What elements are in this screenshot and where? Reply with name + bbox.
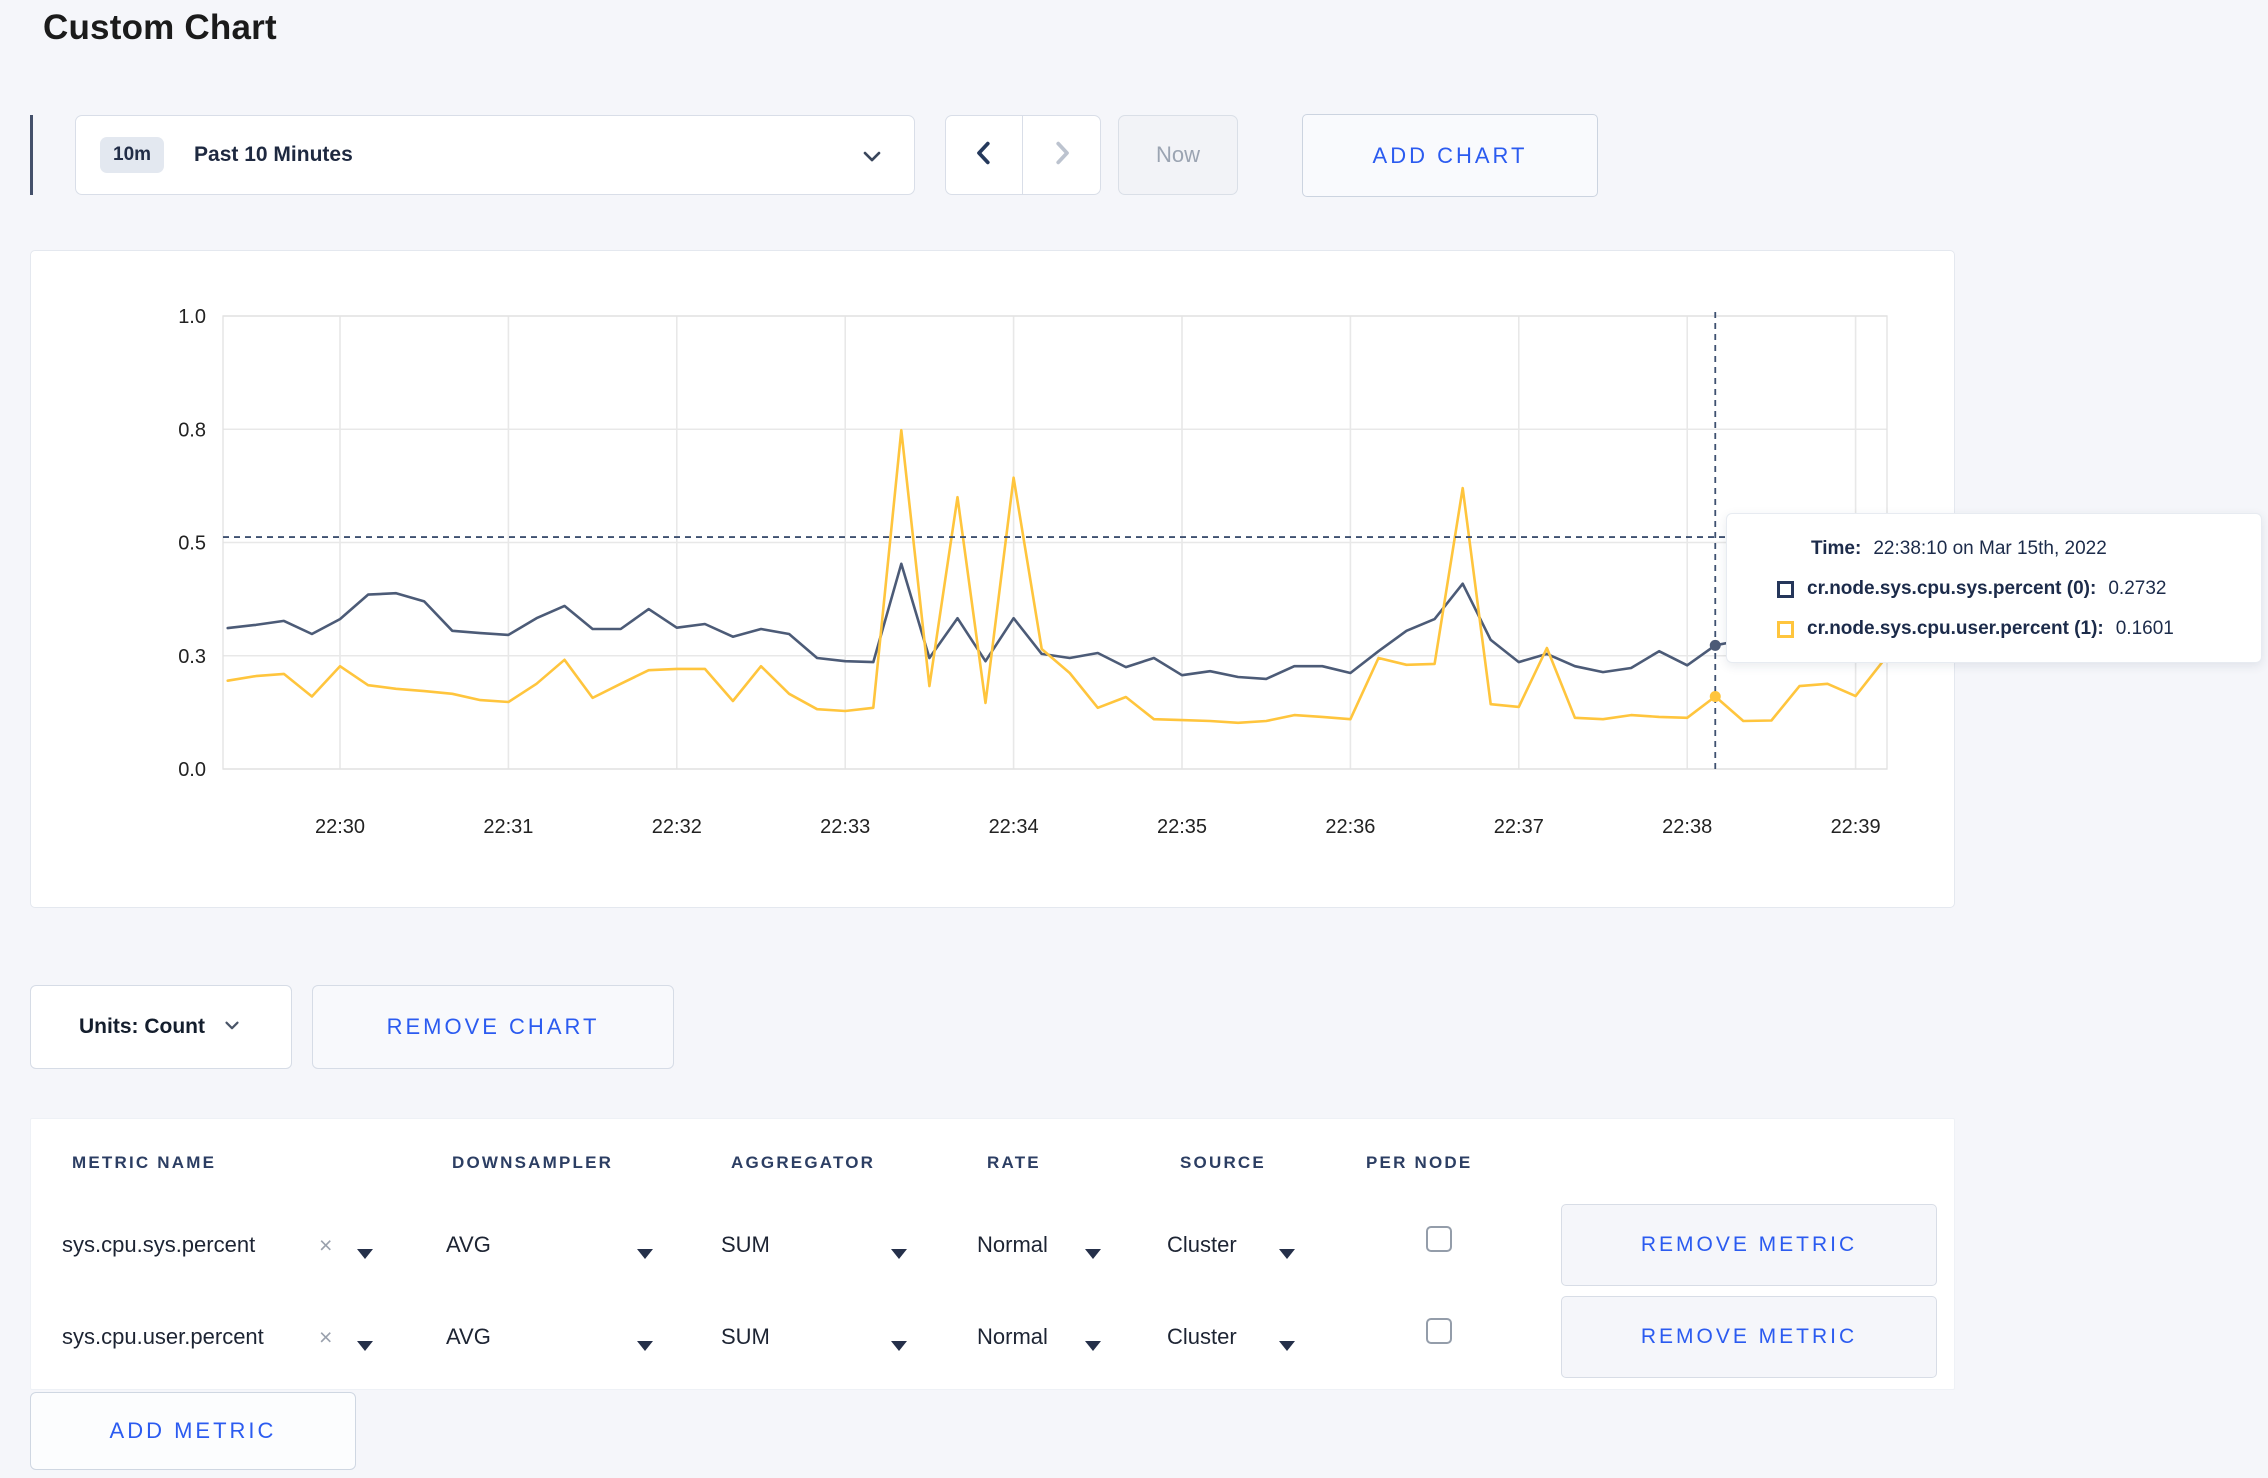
chart-card: 0.0 0.3 0.5 0.8 1.0 22:30 22:31 22:32 22:33 22:34… bbox=[30, 250, 1955, 908]
clear-metric-icon[interactable]: × bbox=[319, 1324, 332, 1351]
svg-text:22:32: 22:32 bbox=[652, 816, 702, 838]
now-button[interactable]: Now bbox=[1118, 115, 1238, 195]
col-header-per-node: PER NODE bbox=[1366, 1153, 1473, 1172]
svg-text:22:39: 22:39 bbox=[1831, 816, 1881, 838]
svg-text:0.3: 0.3 bbox=[178, 646, 206, 668]
col-header-downsampler: DOWNSAMPLER bbox=[452, 1153, 614, 1172]
svg-text:22:38: 22:38 bbox=[1662, 816, 1712, 838]
rate-caret-icon[interactable] bbox=[1085, 1239, 1101, 1265]
rate-caret-icon[interactable] bbox=[1085, 1331, 1101, 1357]
col-header-aggregator: AGGREGATOR bbox=[731, 1153, 876, 1172]
svg-text:0.5: 0.5 bbox=[178, 533, 206, 555]
col-header-metric-name: METRIC NAME bbox=[72, 1153, 217, 1172]
chevron-left-icon bbox=[969, 138, 999, 173]
units-select[interactable]: Units: Count bbox=[30, 985, 292, 1069]
page-title: Custom Chart bbox=[43, 8, 277, 47]
aggregator-select[interactable]: SUM bbox=[721, 1232, 770, 1258]
svg-text:22:31: 22:31 bbox=[483, 816, 533, 838]
units-label: Units: Count bbox=[79, 1015, 205, 1038]
downsampler-select[interactable]: AVG bbox=[446, 1324, 491, 1350]
chevron-right-icon bbox=[1047, 138, 1077, 173]
col-header-source: SOURCE bbox=[1180, 1153, 1266, 1172]
aggregator-caret-icon[interactable] bbox=[891, 1331, 907, 1357]
svg-text:22:34: 22:34 bbox=[989, 816, 1039, 838]
metric-dropdown-caret-icon[interactable] bbox=[357, 1331, 373, 1357]
series-user-swatch-icon bbox=[1777, 620, 1794, 638]
metrics-table: METRIC NAME DOWNSAMPLER AGGREGATOR RATE … bbox=[30, 1118, 1955, 1390]
metric-name-value[interactable]: sys.cpu.sys.percent bbox=[62, 1232, 255, 1258]
tooltip-series-sys-label: cr.node.sys.cpu.sys.percent (0): bbox=[1807, 578, 2097, 599]
svg-text:22:37: 22:37 bbox=[1494, 816, 1544, 838]
svg-text:0.8: 0.8 bbox=[178, 419, 206, 441]
col-header-rate: RATE bbox=[987, 1153, 1041, 1172]
next-time-button[interactable] bbox=[1023, 116, 1100, 194]
chart-hover-tooltip: Time: 22:38:10 on Mar 15th, 2022 cr.node… bbox=[1726, 513, 2262, 663]
per-node-checkbox[interactable] bbox=[1426, 1226, 1452, 1252]
svg-text:0.0: 0.0 bbox=[178, 759, 206, 781]
metric-dropdown-caret-icon[interactable] bbox=[357, 1239, 373, 1265]
remove-chart-button[interactable]: REMOVE CHART bbox=[312, 985, 674, 1069]
svg-text:22:33: 22:33 bbox=[820, 816, 870, 838]
aggregator-select[interactable]: SUM bbox=[721, 1324, 770, 1350]
clear-metric-icon[interactable]: × bbox=[319, 1232, 332, 1259]
metric-name-value[interactable]: sys.cpu.user.percent bbox=[62, 1324, 264, 1350]
time-range-label: Past 10 Minutes bbox=[194, 143, 353, 166]
toolbar-left-divider bbox=[30, 115, 33, 195]
tooltip-time-value: 22:38:10 on Mar 15th, 2022 bbox=[1873, 538, 2107, 559]
hover-point-user bbox=[1709, 691, 1721, 703]
add-metric-button[interactable]: ADD METRIC bbox=[30, 1392, 356, 1470]
remove-metric-button[interactable]: REMOVE METRIC bbox=[1561, 1296, 1937, 1378]
chart-gridlines bbox=[223, 315, 1887, 770]
downsampler-caret-icon[interactable] bbox=[637, 1239, 653, 1265]
tooltip-series-user-label: cr.node.sys.cpu.user.percent (1): bbox=[1807, 618, 2104, 639]
prev-time-button[interactable] bbox=[946, 116, 1023, 194]
tooltip-series-user-value: 0.1601 bbox=[2115, 618, 2174, 639]
chevron-down-icon bbox=[858, 142, 886, 175]
svg-text:1.0: 1.0 bbox=[178, 306, 206, 328]
source-caret-icon[interactable] bbox=[1279, 1331, 1295, 1357]
time-pager bbox=[945, 115, 1101, 195]
source-select[interactable]: Cluster bbox=[1167, 1232, 1237, 1258]
svg-text:22:35: 22:35 bbox=[1157, 816, 1207, 838]
hover-point-sys bbox=[1709, 639, 1721, 651]
tooltip-time-label: Time: bbox=[1811, 538, 1862, 559]
remove-metric-button[interactable]: REMOVE METRIC bbox=[1561, 1204, 1937, 1286]
series-sys-swatch-icon bbox=[1777, 580, 1794, 598]
per-node-checkbox[interactable] bbox=[1426, 1318, 1452, 1344]
add-chart-button[interactable]: ADD CHART bbox=[1302, 114, 1598, 197]
chart-canvas[interactable]: 0.0 0.3 0.5 0.8 1.0 22:30 22:31 22:32 22:33 22:34… bbox=[31, 251, 1956, 909]
chevron-down-icon bbox=[221, 1014, 243, 1041]
downsampler-caret-icon[interactable] bbox=[637, 1331, 653, 1357]
tooltip-series-sys-value: 0.2732 bbox=[2108, 578, 2167, 599]
aggregator-caret-icon[interactable] bbox=[891, 1239, 907, 1265]
svg-text:22:36: 22:36 bbox=[1325, 816, 1375, 838]
time-range-badge: 10m bbox=[100, 137, 165, 173]
source-caret-icon[interactable] bbox=[1279, 1239, 1295, 1265]
rate-select[interactable]: Normal bbox=[977, 1232, 1048, 1258]
downsampler-select[interactable]: AVG bbox=[446, 1232, 491, 1258]
rate-select[interactable]: Normal bbox=[977, 1324, 1048, 1350]
source-select[interactable]: Cluster bbox=[1167, 1324, 1237, 1350]
series-line-user bbox=[226, 428, 1885, 725]
svg-text:22:30: 22:30 bbox=[315, 816, 365, 838]
time-range-select[interactable]: 10m Past 10 Minutes bbox=[75, 115, 915, 195]
